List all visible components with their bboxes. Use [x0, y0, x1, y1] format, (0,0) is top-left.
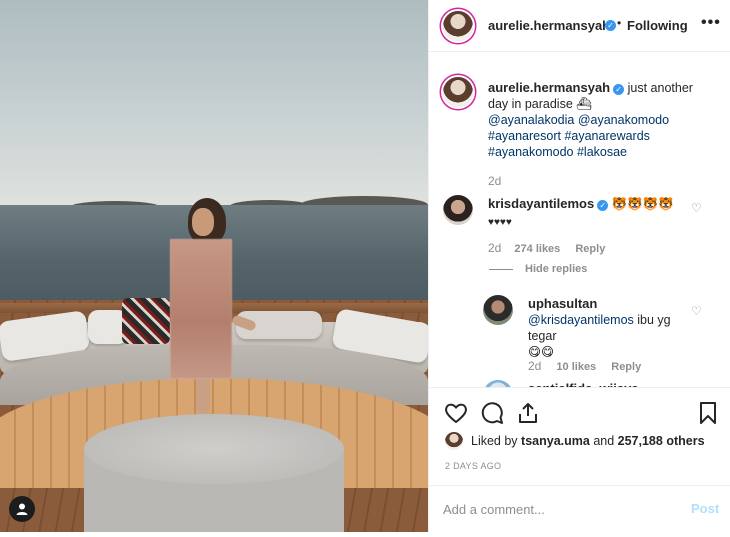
post-timestamp[interactable]: 2 DAYS AGO — [445, 461, 501, 471]
photo-sky — [0, 0, 428, 208]
photo-bag — [122, 298, 170, 344]
comment-meta: 2d 274 likes Reply — [488, 241, 605, 255]
liker-avatar[interactable] — [445, 432, 463, 450]
post-header: aurelie.hermansyah ✓ • Following ••• — [429, 0, 730, 52]
comment-avatar[interactable] — [443, 195, 473, 225]
heart-icon[interactable] — [443, 400, 469, 426]
post-photo[interactable] — [0, 0, 428, 532]
caption-hashtag[interactable]: #ayanakomodo — [488, 145, 573, 159]
reply-like-button[interactable]: ♡ — [691, 304, 702, 318]
reply-age[interactable]: 2d — [528, 359, 541, 373]
caption-username[interactable]: aurelie.hermansyah — [488, 80, 610, 95]
comment-likes[interactable]: 274 likes — [514, 243, 560, 255]
liker-username[interactable]: tsanya.uma — [521, 434, 590, 448]
likes-others-button[interactable]: 257,188 others — [618, 434, 705, 448]
comments-list[interactable]: aurelie.hermansyah ✓ just another day in … — [429, 53, 730, 387]
likes-row: Liked by tsanya.uma and 257,188 others — [445, 432, 725, 454]
bookmark-icon[interactable] — [695, 400, 721, 426]
likes-and: and — [593, 434, 615, 448]
caption-mention[interactable]: @ayanakomodo — [578, 113, 669, 127]
caption-hashtag[interactable]: #ayanaresort — [488, 129, 561, 143]
verified-icon: ✓ — [605, 20, 616, 31]
comment-like-button[interactable]: ♡ — [691, 201, 702, 215]
comment: krisdayantilemos ✓ 🐯🐯🐯🐯 ♥♥♥♥ — [488, 195, 698, 231]
caption-hashtag[interactable]: #ayanarewards — [564, 129, 649, 143]
author-avatar[interactable] — [443, 11, 473, 41]
reply-avatar[interactable] — [483, 380, 513, 387]
photo-censor-blur — [170, 239, 232, 379]
caption-hashtag[interactable]: #lakosae — [577, 145, 627, 159]
comment-text: 🐯🐯🐯🐯 — [611, 197, 674, 211]
comment-username[interactable]: krisdayantilemos — [488, 196, 594, 211]
caption: aurelie.hermansyah ✓ just another day in … — [488, 80, 698, 160]
comment-input[interactable] — [443, 498, 663, 520]
reply: uphasultan @krisdayantilemos ibu yg tega… — [528, 296, 698, 360]
reply-text: 😋😋 — [528, 345, 555, 359]
post-comment-button[interactable]: Post — [691, 501, 719, 516]
photo-person-leg — [196, 376, 210, 414]
verified-icon: ✓ — [613, 84, 625, 95]
hide-replies-button[interactable]: Hide replies — [525, 263, 587, 275]
reply-avatar[interactable] — [483, 295, 513, 325]
likes-summary: Liked by tsanya.uma and 257,188 others — [471, 434, 705, 448]
author-username[interactable]: aurelie.hermansyah — [488, 18, 610, 33]
add-comment-bar: Post — [429, 485, 730, 531]
comment-text: ♥♥♥♥ — [488, 217, 512, 228]
replies-divider — [489, 269, 513, 270]
verified-icon: ✓ — [597, 200, 609, 211]
share-icon[interactable] — [515, 400, 541, 426]
reply-mention[interactable]: @krisdayantilemos — [528, 313, 634, 327]
comment-age[interactable]: 2d — [488, 241, 501, 255]
post-sidebar: aurelie.hermansyah ✓ • Following ••• aur… — [428, 0, 730, 532]
header-separator: • — [617, 16, 622, 30]
tag-user-icon — [16, 503, 28, 515]
reply-meta: 2d 10 likes Reply — [528, 359, 641, 373]
reply-reply-button[interactable]: Reply — [611, 361, 641, 373]
caption-avatar[interactable] — [443, 77, 473, 107]
likes-prefix: Liked by — [471, 434, 518, 448]
photo-ottoman-top — [84, 414, 344, 484]
tag-user-button[interactable] — [9, 496, 35, 522]
caption-emoji: ⛴ — [576, 97, 593, 111]
comment-icon[interactable] — [479, 400, 505, 426]
reply-username[interactable]: uphasultan — [528, 296, 597, 311]
reply-likes[interactable]: 10 likes — [556, 361, 596, 373]
caption-mention[interactable]: @ayanalakodia — [488, 113, 574, 127]
more-options-button[interactable]: ••• — [701, 14, 721, 32]
following-button[interactable]: Following — [627, 18, 688, 33]
comment-reply-button[interactable]: Reply — [575, 243, 605, 255]
caption-age[interactable]: 2d — [488, 174, 501, 188]
photo-person-face — [192, 208, 214, 236]
